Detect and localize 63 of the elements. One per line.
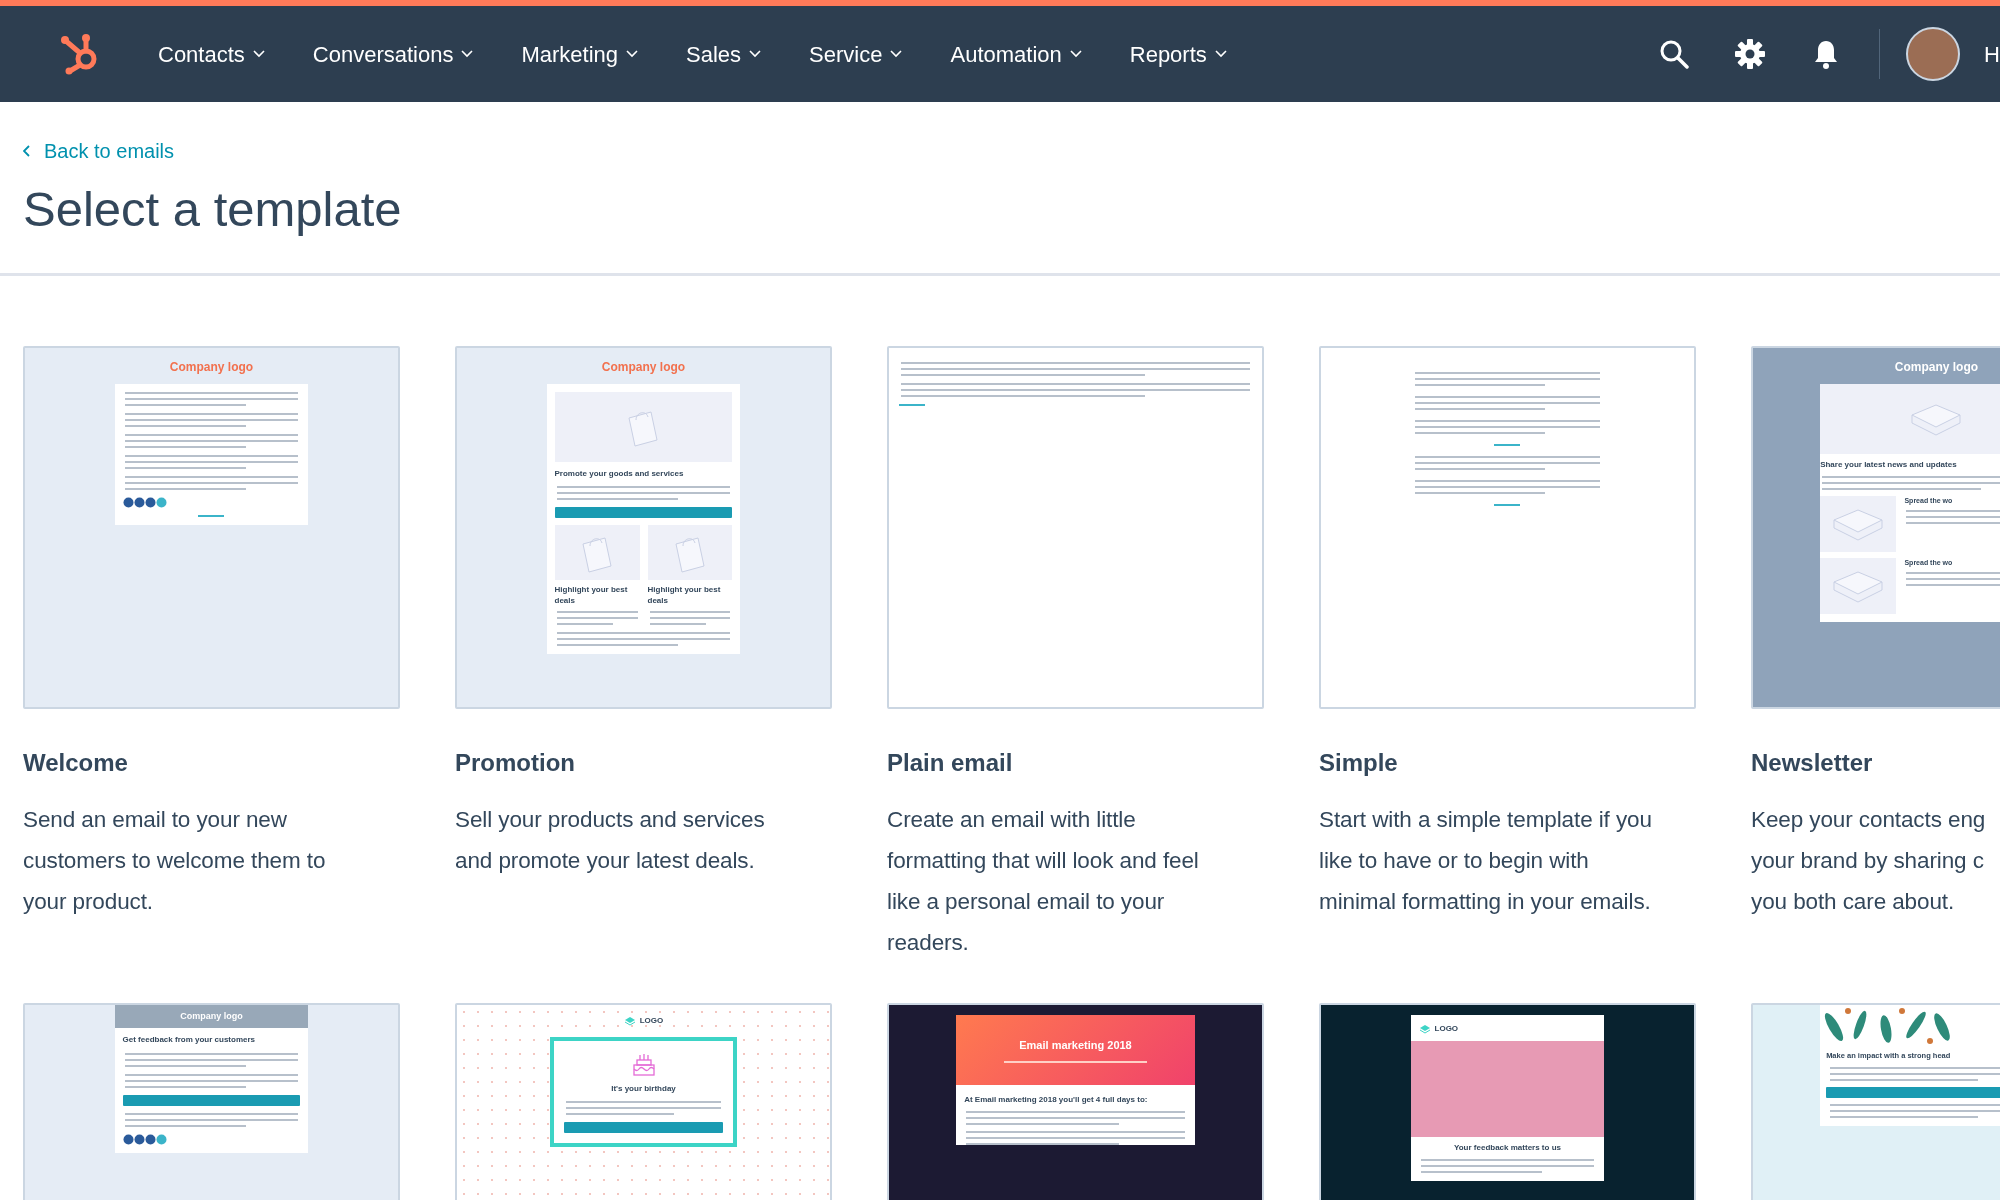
preview-heading: Highlight your best deals: [554, 585, 629, 606]
user-name: H: [1984, 40, 2000, 69]
logo-text: Company logo: [601, 358, 686, 376]
link-line: [899, 403, 925, 406]
template-preview[interactable]: LOGO It's your birthday: [455, 1002, 832, 1200]
template-name: Promotion: [455, 747, 576, 778]
preview-heading: Promote your goods and services: [554, 468, 685, 480]
back-link[interactable]: Back to emails: [23, 136, 175, 166]
notifications-button[interactable]: [1813, 39, 1840, 69]
social-icons: [122, 1133, 167, 1145]
chevron-down-icon: [890, 50, 903, 58]
nav-menu[interactable]: Conversations: [312, 37, 474, 71]
social-icons: [122, 496, 167, 508]
chevron-down-icon: [252, 50, 265, 58]
nav-menu[interactable]: Reports: [1129, 37, 1227, 71]
logo-mark-icon: [623, 1015, 636, 1026]
link-line: [1494, 443, 1521, 446]
bell-icon: [1813, 39, 1840, 69]
logo-text: Company logo: [169, 358, 254, 376]
nav-menu[interactable]: Marketing: [521, 37, 639, 71]
template-name: Newsletter: [1751, 747, 1874, 778]
logo-text: Company logo: [1894, 358, 1979, 376]
preview-heading: Get feedback from your customers: [122, 1035, 256, 1046]
template-name: Welcome: [23, 747, 129, 778]
page-title: Select a template: [23, 181, 403, 238]
chevron-left-icon: [23, 145, 30, 157]
preview-heading: Your feedback matters to us: [1454, 1142, 1561, 1154]
chevron-down-icon: [1214, 50, 1227, 58]
settings-icon: [1735, 39, 1766, 69]
logo-bar: Company logo: [114, 1004, 309, 1029]
template-preview[interactable]: Company logo Promote your goods and services Highlight your best deals Highlight your best deals: [455, 345, 832, 709]
preview-heading: At Email marketing 2018 you'll get 4 full days to:: [963, 1093, 1149, 1106]
template-description: Sell your products and services and promote your latest deals.: [455, 805, 766, 875]
template-description: Create an email with little formatting that will look and feel like a personal email to your readers.: [887, 805, 1200, 957]
chevron-down-icon: [626, 50, 639, 58]
preview-heading: Share your latest news and updates: [1820, 459, 1958, 471]
chevron-down-icon: [1069, 50, 1082, 58]
template-preview[interactable]: Email marketing 2018 At Email marketing 2018 you'll get 4 full days to:: [887, 1002, 1264, 1200]
logo-mark-icon: [1418, 1023, 1431, 1034]
template-name: Simple: [1319, 747, 1399, 778]
logo-text: LOGO: [1434, 1022, 1459, 1035]
settings-button[interactable]: [1735, 39, 1766, 69]
template-name: Plain email: [887, 747, 1014, 778]
nav-menu[interactable]: Sales: [686, 37, 762, 71]
template-description: Keep your contacts eng your brand by sharing c you both care about.: [1751, 805, 1987, 916]
logo-text: LOGO: [639, 1014, 664, 1027]
link-line: [1494, 503, 1521, 506]
nav-menu[interactable]: Service: [809, 37, 903, 71]
chevron-down-icon: [749, 50, 762, 58]
template-description: Send an email to your new customers to welcome them to your product.: [23, 805, 327, 916]
nav-menu[interactable]: Automation: [950, 37, 1082, 71]
avatar[interactable]: [1906, 27, 1961, 81]
banner-title: Email marketing 2018: [1019, 1037, 1132, 1053]
template-description: Start with a simple template if you like to have or to begin with minimal formatting in your emails.: [1319, 805, 1653, 916]
preview-heading: It's your birthday: [611, 1083, 676, 1095]
nav-menu[interactable]: Contacts: [158, 37, 265, 71]
search-icon: [1659, 39, 1690, 69]
chevron-down-icon: [461, 50, 474, 58]
template-preview[interactable]: Company logo Get feedback from your customers: [23, 1002, 400, 1200]
search-button[interactable]: [1659, 39, 1690, 69]
preview-heading: Highlight your best deals: [647, 585, 722, 606]
link-line: [198, 514, 225, 517]
template-preview[interactable]: LOGO Your feedback matters to us: [1319, 1002, 1696, 1200]
